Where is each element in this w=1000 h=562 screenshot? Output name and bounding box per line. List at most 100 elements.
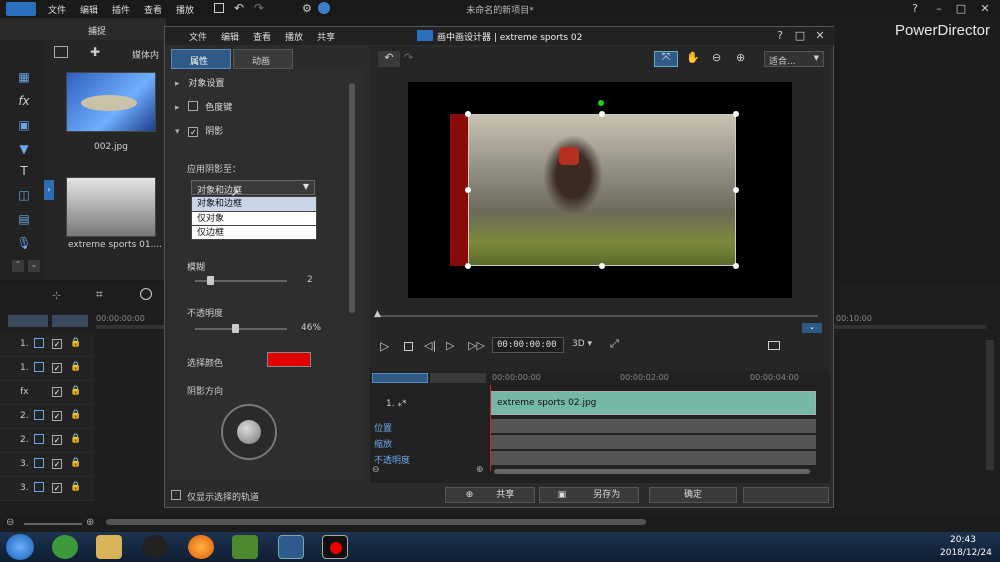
crop-icon[interactable]: ⌗ [96,287,103,302]
timeline-track-row[interactable]: 3. ✓ 🔒 [0,453,95,477]
powerdirector-taskbar-icon[interactable] [278,535,304,559]
timeline-track-row[interactable]: 2. ✓ 🔒 [0,405,95,429]
account-icon[interactable] [318,2,330,14]
prev-frame-icon[interactable]: ◁| [424,339,436,352]
maximize-button[interactable]: □ [952,2,970,16]
timeline-track-row[interactable]: 3. ✓ 🔒 [0,477,95,501]
only-selected-track-checkbox[interactable] [171,490,181,500]
keyframe-track-opacity[interactable] [490,451,816,465]
shadow-color-swatch[interactable] [267,352,311,367]
capture-tab[interactable]: 捕捉 [88,24,106,37]
handle-bm[interactable] [599,263,605,269]
clip-extreme-sports-02[interactable]: extreme sports 02.jpg [490,391,816,415]
shadow-direction-dial[interactable] [221,404,277,460]
track-enable-checkbox[interactable]: ✓ [52,435,62,445]
redo-button[interactable]: ↷ [404,51,413,64]
dlg-menu-edit[interactable]: 编辑 [221,30,239,43]
media-content-tab[interactable]: 媒体内 [132,48,159,61]
mini-zoom-in-icon[interactable]: ⊕ [476,465,484,475]
playhead-line[interactable] [490,385,491,471]
zoom-out-tool-icon[interactable]: ⊖ [712,51,721,64]
apply-shadow-select[interactable]: 对象和边框 ▼ [191,180,315,196]
keyframe-track-position[interactable] [490,419,816,433]
keyframe-view-button[interactable] [430,373,486,383]
minimize-button[interactable]: – [930,2,948,16]
menu-plugins[interactable]: 插件 [112,3,130,16]
lock-icon[interactable]: 🔒 [70,386,81,396]
track-enable-checkbox[interactable]: ✓ [52,339,62,349]
qq-icon[interactable] [142,535,168,559]
section-shadow[interactable]: ▾ ✓ 阴影 [175,124,223,137]
seek-marker-icon[interactable]: ▲ [374,309,381,319]
aspect-icon[interactable] [768,341,780,350]
fit-timeline-button[interactable] [52,315,88,327]
menu-view[interactable]: 查看 [144,3,162,16]
handle-ml[interactable] [465,187,471,193]
import-icon[interactable] [54,46,68,58]
dropdown-option-object-and-border[interactable]: 对象和边框 [192,197,316,211]
expand-panel-icon[interactable]: › [44,180,54,200]
row-scale[interactable]: 缩放 [374,437,392,450]
lock-icon[interactable]: 🔒 [70,482,81,492]
dialog-maximize-button[interactable]: □ [791,29,809,43]
props-scrollbar[interactable] [349,83,355,313]
lock-icon[interactable]: 🔒 [70,338,81,348]
scroll-down-icon[interactable]: ⌄ [28,260,40,272]
timeline-track-row[interactable]: 1. ✓ 🔒 [0,357,95,381]
fast-forward-icon[interactable]: ▷▷ [468,339,485,352]
subtitle-room-icon[interactable]: ▤ [16,212,32,228]
tools-icon[interactable] [140,288,152,300]
tab-properties[interactable]: 属性 [171,49,231,69]
3d-mode-button[interactable]: 3D ▾ [572,339,592,349]
settings-icon[interactable]: ⚙ [302,2,312,15]
undo-button[interactable]: ↶ [378,51,400,67]
handle-tm[interactable] [599,111,605,117]
dialog-help-icon[interactable]: ? [771,29,789,43]
h-scrollbar[interactable] [106,519,646,525]
dropdown-option-border-only[interactable]: 仅边框 [192,225,316,239]
menu-edit[interactable]: 编辑 [80,3,98,16]
track-enable-checkbox[interactable]: ✓ [52,411,62,421]
undo-icon[interactable]: ↶ [234,1,244,15]
transition-room-icon[interactable]: ◫ [16,188,32,204]
mini-zoom-out-icon[interactable]: ⊖ [372,465,380,475]
dlg-menu-share[interactable]: 共享 [317,30,335,43]
pip-image[interactable] [468,114,736,266]
rotate-handle[interactable] [598,100,604,106]
stop-icon[interactable] [404,342,413,351]
zoom-in-icon[interactable]: ⊕ [86,517,94,528]
expand-preview-icon[interactable]: ⌄ [802,323,822,333]
timeline-track-row[interactable]: 1. ✓ 🔒 [0,333,95,357]
row-position[interactable]: 位置 [374,421,392,434]
dlg-menu-play[interactable]: 播放 [285,30,303,43]
zoom-out-icon[interactable]: ⊖ [6,517,14,528]
lock-icon[interactable]: 🔒 [70,362,81,372]
dial-knob[interactable] [237,420,261,444]
dropdown-option-object-only[interactable]: 仅对象 [192,211,316,225]
timeline-track-row[interactable]: fx ✓ 🔒 [0,381,95,405]
menu-file[interactable]: 文件 [48,3,66,16]
media-thumb-002[interactable] [66,72,156,132]
timeline-zoom-slider[interactable] [24,523,82,525]
handle-mr[interactable] [733,187,739,193]
lock-icon[interactable]: 🔒 [70,458,81,468]
title-room-icon[interactable]: T [16,164,32,180]
fullscreen-icon[interactable]: ⤢ [610,337,619,351]
opacity-slider-track[interactable] [195,328,287,330]
preview-canvas[interactable] [408,82,792,298]
particle-room-icon[interactable]: ▼ [16,142,32,158]
dialog-close-button[interactable]: ✕ [811,29,829,43]
close-button[interactable]: ✕ [976,2,994,16]
section-chroma-key[interactable]: ▸ 色度键 [175,100,232,113]
save-icon[interactable] [214,3,224,13]
keyframe-track-scale[interactable] [490,435,816,449]
blur-slider-knob[interactable] [207,276,214,285]
fx-room-icon[interactable]: fx [16,94,32,110]
preview-seekbar[interactable] [378,315,818,317]
handle-bl[interactable] [465,263,471,269]
redo-icon[interactable]: ↷ [254,1,264,15]
explorer-icon[interactable] [96,535,122,559]
play-icon[interactable]: ▷ [380,339,389,353]
shadow-checkbox[interactable]: ✓ [188,127,199,137]
select-tool-icon[interactable]: ⤧ [654,51,678,67]
